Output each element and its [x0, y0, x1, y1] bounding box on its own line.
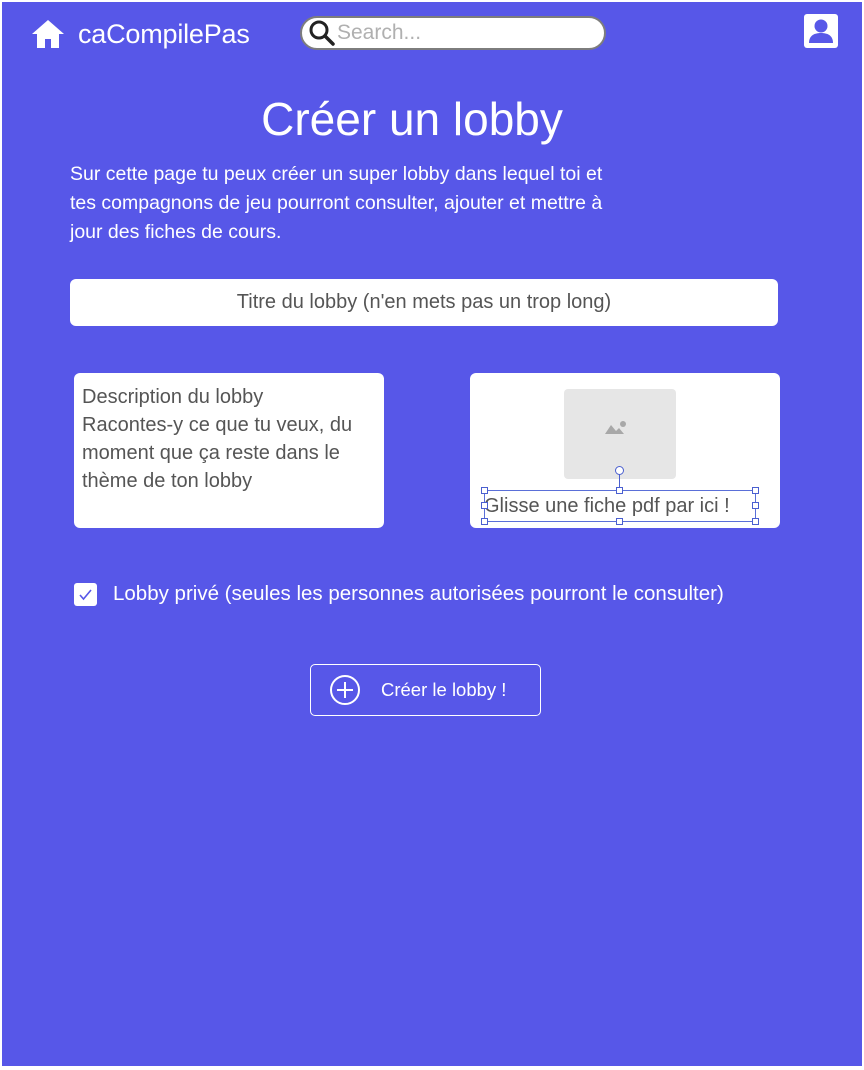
resize-handle-s[interactable] — [616, 518, 623, 525]
pdf-dropzone[interactable]: Glisse une fiche pdf par ici ! — [470, 373, 780, 528]
description-line: moment que ça reste dans le — [82, 442, 340, 464]
intro-text: Sur cette page tu peux créer un super lo… — [70, 160, 690, 247]
resize-handle-ne[interactable] — [752, 487, 759, 494]
resize-handle-e[interactable] — [752, 502, 759, 509]
home-icon[interactable] — [30, 17, 66, 51]
search-icon — [309, 20, 335, 46]
lobby-description-input[interactable]: Description du lobby Racontes-y ce que t… — [74, 373, 384, 528]
search-bar[interactable] — [300, 16, 606, 50]
private-lobby-option: Lobby privé (seules les personnes autori… — [74, 582, 724, 606]
create-lobby-button[interactable]: Créer le lobby ! — [310, 664, 541, 716]
checkmark-icon — [79, 588, 92, 600]
resize-handle-n[interactable] — [616, 487, 623, 494]
private-lobby-label[interactable]: Lobby privé (seules les personnes autori… — [113, 582, 724, 606]
description-line: Description du lobby — [82, 386, 264, 408]
resize-handle-sw[interactable] — [481, 518, 488, 525]
description-line: Racontes-y ce que tu veux, du — [82, 414, 353, 436]
top-bar: caCompilePas — [2, 2, 862, 66]
private-lobby-checkbox[interactable] — [74, 582, 97, 606]
page: caCompilePas Créer un lobby Sur cette pa… — [2, 2, 862, 1066]
image-placeholder-icon — [605, 421, 626, 434]
brand-name[interactable]: caCompilePas — [78, 19, 250, 50]
intro-line: tes compagnons de jeu pourront consulter… — [70, 192, 603, 214]
lobby-title-placeholder: Titre du lobby (n'en mets pas un trop lo… — [236, 291, 612, 313]
rotation-handle[interactable] — [615, 466, 624, 475]
home-link[interactable]: caCompilePas — [30, 16, 250, 52]
create-lobby-label: Créer le lobby ! — [381, 679, 507, 700]
profile-button[interactable] — [804, 14, 838, 48]
intro-line: Sur cette page tu peux créer un super lo… — [70, 163, 603, 185]
resize-handle-w[interactable] — [481, 502, 488, 509]
resize-handle-nw[interactable] — [481, 487, 488, 494]
lobby-title-input[interactable]: Titre du lobby (n'en mets pas un trop lo… — [70, 279, 778, 326]
user-profile-icon — [809, 19, 833, 43]
search-input[interactable] — [337, 21, 577, 45]
plus-circle-icon — [330, 675, 360, 705]
intro-line: jour des fiches de cours. — [70, 221, 282, 243]
description-line: thème de ton lobby — [82, 470, 253, 492]
resize-handle-se[interactable] — [752, 518, 759, 525]
page-title: Créer un lobby — [261, 93, 563, 145]
